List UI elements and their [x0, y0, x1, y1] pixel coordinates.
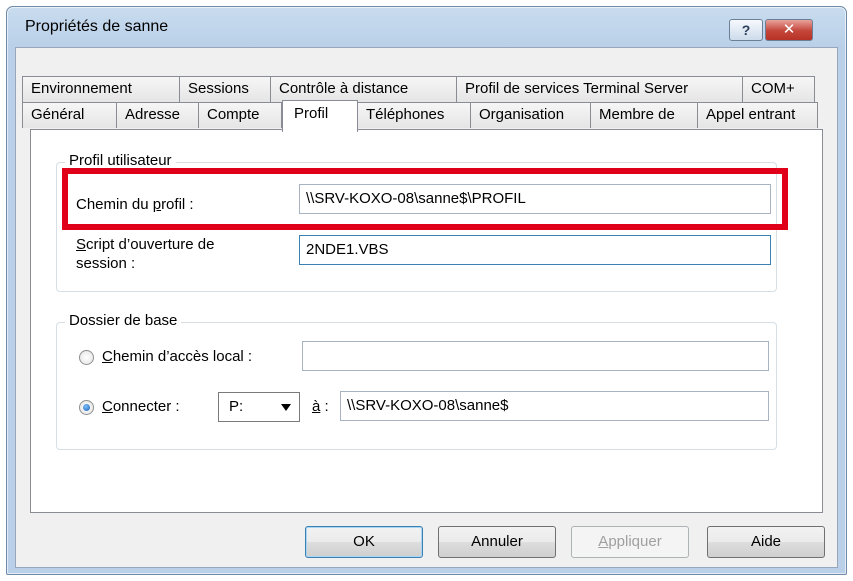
title-bar[interactable]: Propriétés de sanne ? ✕	[7, 7, 846, 47]
tab-sessions[interactable]: Sessions	[179, 76, 271, 102]
cancel-button[interactable]: Annuler	[438, 526, 556, 558]
tab-organisation[interactable]: Organisation	[470, 102, 591, 128]
window-title: Propriétés de sanne	[25, 18, 169, 35]
tab-com-plus[interactable]: COM+	[742, 76, 815, 102]
local-path-field[interactable]	[302, 341, 769, 371]
help-button[interactable]: Aide	[707, 526, 825, 558]
local-path-radio[interactable]	[79, 350, 94, 365]
red-highlight-box	[62, 168, 788, 230]
chevron-down-icon	[281, 404, 291, 411]
logon-script-label-line1: cript d’ouverture de	[86, 236, 215, 253]
tab-telephones[interactable]: Téléphones	[357, 102, 471, 128]
tab-profil[interactable]: Profil	[282, 100, 358, 132]
tab-general[interactable]: Général	[22, 102, 117, 128]
tab-row-top: Environnement Sessions Contrôle à distan…	[22, 76, 815, 102]
home-group-legend: Dossier de base	[65, 312, 182, 329]
local-path-label-accel: C	[102, 348, 113, 365]
to-label-suffix: :	[320, 398, 329, 415]
local-path-label-text: hemin d’accès local :	[112, 348, 253, 365]
logon-script-label-accel: S	[76, 236, 87, 253]
connect-label[interactable]: Connecter :	[102, 398, 180, 415]
connect-label-accel: C	[102, 398, 113, 415]
logon-script-label: Script d’ouverture de session :	[76, 235, 214, 273]
tab-adresse[interactable]: Adresse	[116, 102, 199, 128]
profile-group-legend: Profil utilisateur	[65, 152, 176, 169]
connect-radio[interactable]	[79, 400, 94, 415]
help-icon[interactable]: ?	[729, 19, 763, 41]
tab-controle-a-distance[interactable]: Contrôle à distance	[270, 76, 457, 102]
connect-path-field[interactable]: \\SRV-KOXO-08\sanne$	[340, 391, 769, 421]
connect-label-text: onnecter :	[112, 398, 180, 415]
tab-environnement[interactable]: Environnement	[22, 76, 180, 102]
tab-row-bottom: Général Adresse Compte Téléphones Organi…	[22, 102, 818, 128]
apply-button-text: ppliquer	[608, 533, 662, 550]
drive-letter-value: P:	[229, 398, 244, 415]
logon-script-field[interactable]: 2NDE1.VBS	[299, 235, 771, 265]
apply-button[interactable]: Appliquer	[571, 526, 689, 558]
tab-appel-entrant[interactable]: Appel entrant	[697, 102, 818, 128]
tab-profil-services-terminal-server[interactable]: Profil de services Terminal Server	[456, 76, 743, 102]
close-icon[interactable]: ✕	[765, 19, 813, 41]
apply-button-accel: A	[598, 533, 609, 550]
local-path-label[interactable]: Chemin d’accès local :	[102, 348, 252, 365]
ok-button[interactable]: OK	[305, 526, 423, 558]
tab-membre-de[interactable]: Membre de	[590, 102, 698, 128]
tab-compte[interactable]: Compte	[198, 102, 282, 128]
to-label: à :	[312, 398, 329, 415]
logon-script-label-line2: session :	[76, 255, 136, 272]
drive-letter-select[interactable]: P:	[218, 392, 300, 422]
